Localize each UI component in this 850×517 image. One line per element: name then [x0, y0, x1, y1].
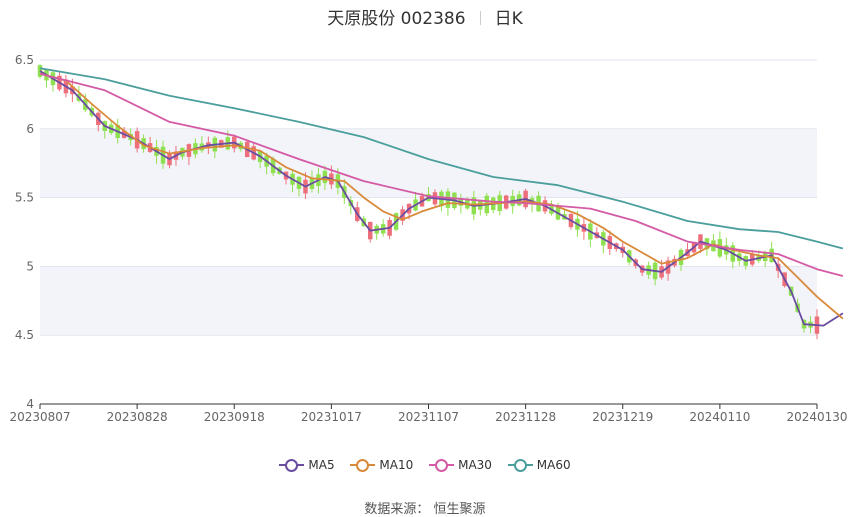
data-source: 数据来源： 恒生聚源: [364, 502, 486, 517]
y-tick-label: 4.5: [15, 328, 34, 342]
legend-item-ma5[interactable]: MA5: [279, 458, 335, 472]
x-tick-label: 20230807: [9, 410, 70, 424]
legend-symbol-ma10: [350, 458, 376, 472]
x-tick-label: 20230918: [204, 410, 265, 424]
x-tick-label: 20231017: [301, 410, 362, 424]
x-tick-label: 20240130: [786, 410, 847, 424]
x-tick-label: 20240110: [689, 410, 750, 424]
legend-label-ma30: MA30: [458, 458, 492, 472]
legend-item-ma30[interactable]: MA30: [429, 458, 492, 472]
legend-item-ma10[interactable]: MA10: [350, 458, 413, 472]
y-tick-label: 5: [26, 259, 34, 273]
y-tick-label: 5.5: [15, 191, 34, 205]
kline-chart: 44.555.566.5 20230807 20230828 20230918 202…: [9, 53, 848, 424]
x-tick-label: 20230828: [107, 410, 168, 424]
legend-symbol-ma30: [429, 458, 455, 472]
grid-lines: [40, 59, 817, 405]
legend-symbol-ma5: [279, 458, 305, 472]
y-axis: 4 4.5 5 5.5 6 6.5: [15, 53, 34, 411]
x-tick-label: 20231219: [592, 410, 653, 424]
legend-label-ma5: MA5: [308, 458, 335, 472]
y-tick-label: 4: [26, 397, 34, 411]
x-axis: 20230807 20230828 20230918 20231017 20231107…: [9, 403, 848, 424]
plot-band-1: [40, 266, 817, 336]
y-tick-label: 6.5: [15, 53, 34, 67]
legend-label-ma10: MA10: [379, 458, 414, 472]
chart-legend: MA5 MA10 MA30 MA60: [0, 458, 850, 475]
y-tick-label: 6: [26, 122, 34, 136]
legend-symbol-ma60: [507, 458, 533, 472]
x-tick-label: 20231107: [398, 410, 459, 424]
legend-label-ma60: MA60: [536, 458, 571, 472]
legend-item-ma60[interactable]: MA60: [507, 458, 571, 472]
x-tick-label: 20231128: [495, 410, 556, 424]
